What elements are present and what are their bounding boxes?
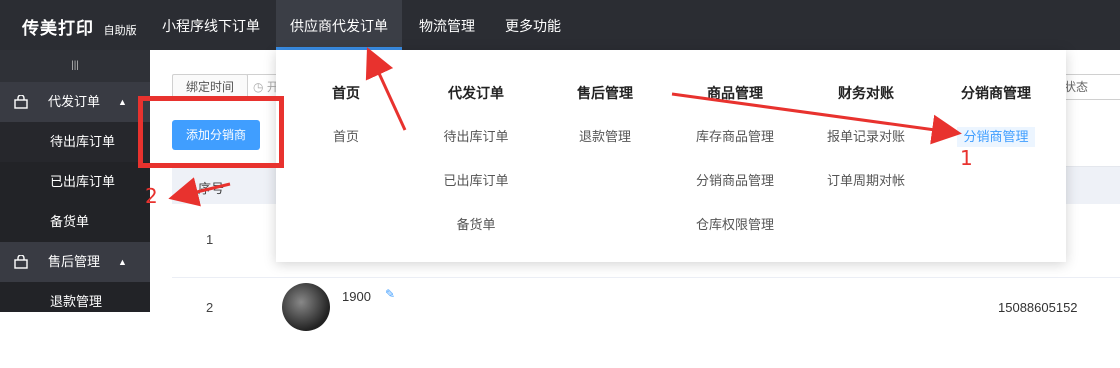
- annotation-arrow-1: [671, 92, 962, 145]
- annotation-arrow-nav: [365, 47, 407, 131]
- annotation-arrows: [168, 47, 962, 207]
- annotation-arrow-2: [168, 177, 231, 207]
